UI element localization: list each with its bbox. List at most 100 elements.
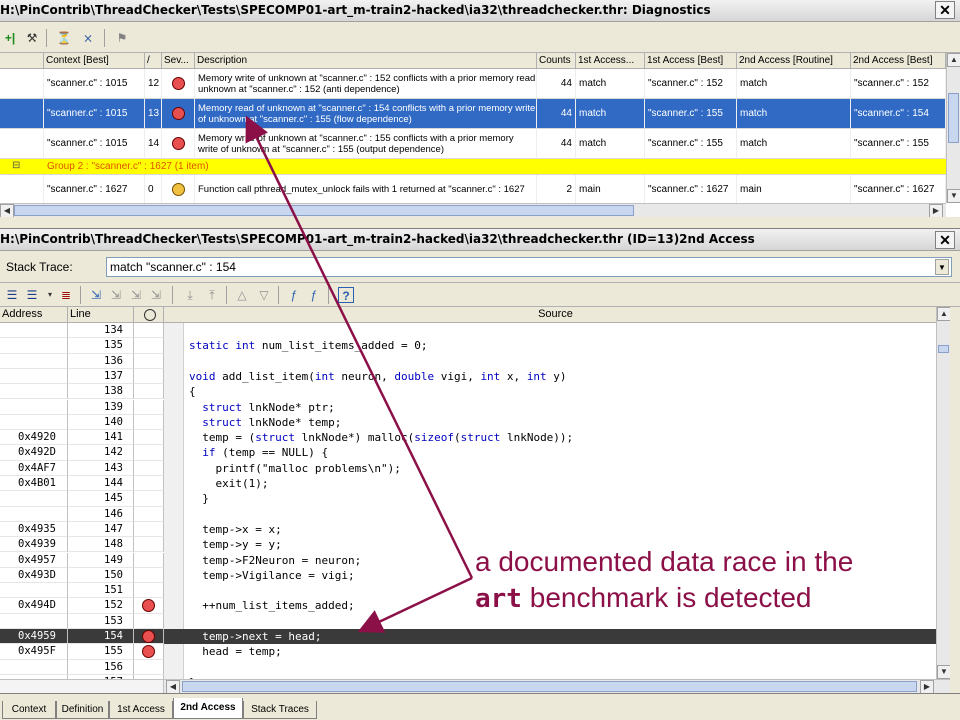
breakpoint-cell[interactable] [134, 323, 164, 339]
dropdown-arrow-icon[interactable]: ▾ [42, 287, 58, 303]
breakpoint-cell[interactable] [134, 460, 164, 476]
scroll-down-icon[interactable]: ▼ [937, 665, 951, 679]
source-code-line[interactable]: exit(1); [189, 476, 268, 491]
source-horizontal-scrollbar[interactable]: ◀ ▶ [0, 679, 950, 694]
breakpoint-cell[interactable] [134, 414, 164, 431]
function-icon[interactable]: ƒ [286, 287, 302, 303]
breakpoint-cell[interactable] [134, 567, 164, 584]
diagnostics-vertical-scrollbar[interactable]: ▲ ▼ [946, 53, 960, 203]
source-code-line[interactable]: ++num_list_items_added; [189, 598, 354, 613]
source-code-line[interactable]: temp->y = y; [189, 537, 281, 552]
group-collapse-toggle[interactable]: ⊟ [12, 160, 20, 171]
source-code-line[interactable]: head = temp; [189, 644, 281, 659]
scroll-up-icon[interactable]: ▲ [937, 307, 951, 321]
breakpoint-cell[interactable] [134, 644, 164, 660]
source-code-line[interactable]: temp = (struct lnkNode*) malloc(sizeof(s… [189, 430, 573, 445]
filter-icon[interactable]: ⏳ [56, 30, 72, 46]
source-code-line[interactable]: static int num_list_items_added = 0; [189, 338, 427, 353]
source-code-line[interactable]: temp->Vigilance = vigi; [189, 568, 354, 583]
goto-disabled-icon[interactable]: ⇲ [128, 287, 144, 303]
bookmark-list-icon[interactable]: ≣ [58, 287, 74, 303]
tab-first-access[interactable]: 1st Access [109, 701, 173, 719]
column-header-context[interactable]: Context [Best] [44, 53, 145, 69]
column-header-source[interactable]: Source [164, 307, 946, 323]
breakpoint-cell[interactable] [134, 598, 164, 614]
goto-disabled-icon[interactable]: ⇲ [108, 287, 124, 303]
breakpoint-cell[interactable] [134, 521, 164, 538]
down-triangle-icon[interactable]: ▽ [256, 287, 272, 303]
source-code-line[interactable]: temp->x = x; [189, 522, 281, 537]
source-code-line[interactable]: void add_list_item(int neuron, double vi… [189, 369, 567, 384]
up-triangle-icon[interactable]: △ [234, 287, 250, 303]
scroll-right-icon[interactable]: ▶ [920, 680, 934, 694]
breakpoint-cell[interactable] [134, 476, 164, 492]
scroll-thumb[interactable] [182, 681, 917, 692]
source-code-line[interactable]: struct lnkNode* ptr; [189, 400, 334, 415]
chevron-down-icon[interactable]: ▼ [935, 259, 949, 275]
breakpoint-cell[interactable] [134, 659, 164, 675]
column-header-second-access-best[interactable]: 2nd Access [Best] [851, 53, 946, 69]
column-header-first-access-best[interactable]: 1st Access [Best] [645, 53, 737, 69]
source-code-line[interactable]: if (temp == NULL) { [189, 445, 328, 460]
breakpoint-cell[interactable] [134, 430, 164, 446]
source-code-line[interactable]: temp->next = head; [189, 629, 321, 644]
breakpoint-cell[interactable] [134, 537, 164, 553]
flag-icon[interactable]: ⚑ [114, 30, 130, 46]
step-icon[interactable]: ⤒ [204, 287, 220, 303]
goto-disabled-icon[interactable]: ⇲ [148, 287, 164, 303]
column-header-counts[interactable]: Counts [537, 53, 576, 69]
column-header-breakpoint[interactable] [134, 307, 164, 323]
breakpoint-cell[interactable] [134, 613, 164, 629]
breakpoint-cell[interactable] [134, 399, 164, 415]
second-access-close-button[interactable]: ✕ [935, 231, 955, 249]
scroll-left-icon[interactable]: ◀ [0, 204, 14, 218]
plus-icon[interactable]: +| [2, 30, 18, 46]
stack-trace-select[interactable]: match "scanner.c" : 154 ▼ [106, 257, 952, 277]
breakpoint-cell[interactable] [134, 491, 164, 507]
breakpoint-cell[interactable] [134, 552, 164, 568]
source-code-line[interactable]: } [189, 491, 209, 506]
breakpoint-cell[interactable] [134, 353, 164, 369]
scroll-down-icon[interactable]: ▼ [947, 189, 960, 203]
indent-icon[interactable]: ☰ [24, 287, 40, 303]
table-row[interactable]: "scanner.c" : 1627 0 Function call pthre… [0, 175, 946, 203]
source-code-line[interactable]: { [189, 384, 196, 399]
breakpoint-cell[interactable] [134, 583, 164, 599]
breakpoint-cell[interactable] [134, 506, 164, 522]
list-icon[interactable]: ☰ [4, 287, 20, 303]
column-header-id[interactable]: / [145, 53, 162, 69]
scroll-thumb[interactable] [14, 205, 634, 216]
step-icon[interactable]: ⤓ [182, 287, 198, 303]
help-icon[interactable]: ? [338, 287, 354, 303]
column-header-second-access-routine[interactable]: 2nd Access [Routine] [737, 53, 851, 69]
tools-icon[interactable]: ⚒ [24, 30, 40, 46]
window-splitter[interactable] [0, 217, 960, 229]
source-code-line[interactable]: temp->F2Neuron = neuron; [189, 553, 361, 568]
tab-definition[interactable]: Definition [56, 701, 109, 719]
filter-remove-icon[interactable]: ⨯ [80, 30, 96, 46]
column-header-description[interactable]: Description [195, 53, 537, 69]
group-row[interactable]: ⊟ Group 2 : "scanner.c" : 1627 (1 item) [0, 159, 946, 175]
source-code-line[interactable]: struct lnkNode* temp; [189, 415, 341, 430]
scroll-left-icon[interactable]: ◀ [166, 680, 180, 694]
tab-stack-traces[interactable]: Stack Traces [243, 701, 317, 719]
function-list-icon[interactable]: ƒ [306, 287, 322, 303]
table-row-selected[interactable]: "scanner.c" : 1015 13 Memory read of unk… [0, 99, 946, 129]
diagnostics-close-button[interactable]: ✕ [935, 1, 955, 19]
column-header-first-access[interactable]: 1st Access... [576, 53, 645, 69]
diagnostics-horizontal-scrollbar[interactable]: ◀ ▶ [0, 203, 946, 218]
table-row[interactable]: "scanner.c" : 1015 12 Memory write of un… [0, 69, 946, 99]
breakpoint-cell[interactable] [134, 338, 164, 354]
column-header-line[interactable]: Line [68, 307, 134, 323]
column-header-severity[interactable]: Sev... [162, 53, 195, 69]
goto-source-icon[interactable]: ⇲ [88, 287, 104, 303]
source-vertical-scrollbar[interactable]: ▲ ▼ [936, 307, 951, 679]
source-code-line[interactable]: printf("malloc problems\n"); [189, 461, 400, 476]
scroll-right-icon[interactable]: ▶ [929, 204, 943, 218]
column-header-address[interactable]: Address [0, 307, 68, 323]
breakpoint-cell[interactable] [134, 384, 164, 400]
tab-second-access[interactable]: 2nd Access [173, 698, 243, 719]
breakpoint-cell[interactable] [134, 445, 164, 461]
breakpoint-cell[interactable] [134, 629, 164, 645]
tab-context[interactable]: Context [2, 701, 56, 719]
